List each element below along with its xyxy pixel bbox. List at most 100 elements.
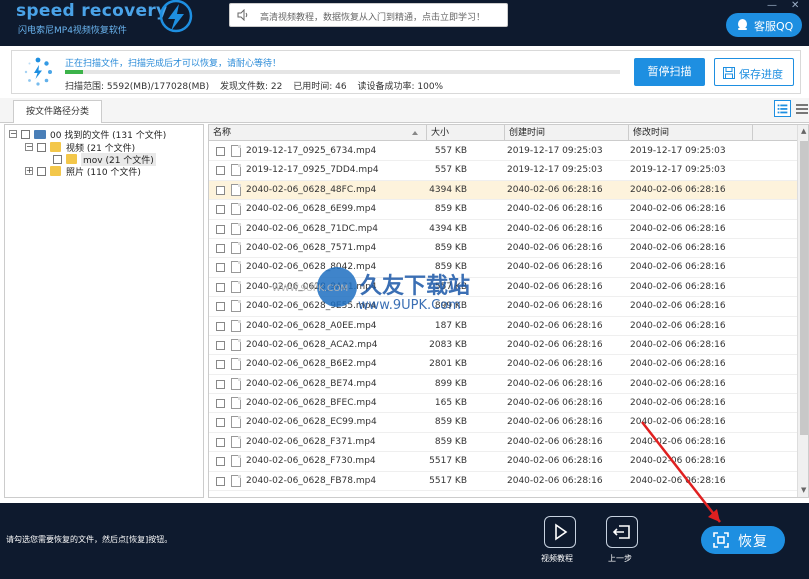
pause-scan-button[interactable]: 暂停扫描 (634, 58, 705, 86)
category-tab-bar: 按文件路径分类 (0, 98, 809, 123)
detail-view-icon[interactable] (795, 100, 809, 117)
file-modified: 2019-12-17 09:25:03 (630, 146, 726, 156)
table-row[interactable]: 2040-02-06_0628_9A21.mp4 557 KB 2040-02-06… (209, 278, 797, 298)
logo-text: speed recovery (16, 1, 168, 21)
table-row[interactable]: 2040-02-06_0628_FB78.mp4 5517 KB 2040-02-0… (209, 472, 797, 492)
file-modified: 2040-02-06 06:28:16 (630, 475, 726, 486)
tree-checkbox-root[interactable] (21, 130, 30, 139)
scroll-up-icon[interactable]: ▲ (801, 127, 806, 135)
table-row[interactable]: 2040-02-06_0628_F371.mp4 859 KB 2040-02-06… (209, 433, 797, 453)
column-header-created[interactable]: 创建时间 (505, 125, 629, 141)
row-checkbox[interactable] (216, 185, 225, 195)
row-checkbox[interactable] (216, 166, 225, 176)
row-checkbox[interactable] (216, 205, 225, 215)
file-name: 2040-02-06_0628_EC99.mp4 (246, 417, 377, 428)
tree-checkbox-video[interactable] (37, 143, 46, 152)
file-created: 2040-02-06 06:28:16 (507, 436, 603, 447)
row-checkbox[interactable] (216, 360, 225, 370)
row-checkbox[interactable] (216, 399, 225, 409)
tree-checkbox-mov[interactable] (53, 155, 62, 164)
table-row[interactable]: 2019-12-17_0925_7DD4.mp4 557 KB 2019-12-17… (209, 161, 797, 181)
table-row[interactable]: 2040-02-06_0628_7571.mp4 859 KB 2040-02-06… (209, 239, 797, 259)
table-row[interactable]: 2040-02-06_0628_9E55.mp4 899 KB 2040-02-06… (209, 297, 797, 317)
file-icon (231, 397, 241, 410)
file-modified: 2040-02-06 06:28:16 (630, 339, 726, 350)
customer-service-qq-button[interactable]: 客服QQ (726, 13, 802, 37)
file-created: 2019-12-17 09:25:03 (507, 165, 603, 176)
file-size: 5517 KB (429, 475, 467, 486)
save-disk-icon (723, 67, 735, 79)
column-header-modified[interactable]: 修改时间 (629, 125, 753, 141)
file-created: 2040-02-06 06:28:16 (507, 339, 603, 350)
table-row[interactable]: 2040-02-06_0628_BE74.mp4 899 KB 2040-02-06… (209, 375, 797, 395)
recover-button[interactable]: 恢复 (701, 526, 785, 554)
tree-node-photo[interactable]: + 照片 (110 个文件) (25, 165, 195, 178)
file-size: 4394 KB (429, 223, 467, 234)
file-created: 2040-02-06 06:28:16 (507, 398, 603, 409)
table-row[interactable]: 2040-02-06_0628_B6E2.mp4 2801 KB 2040-02-0… (209, 355, 797, 375)
back-button[interactable] (606, 516, 638, 548)
file-icon (231, 222, 241, 235)
file-icon (231, 416, 241, 429)
table-row[interactable]: 2040-02-06_0628_6E99.mp4 859 KB 2040-02-06… (209, 200, 797, 220)
tab-by-file-path[interactable]: 按文件路径分类 (13, 100, 102, 123)
play-icon (555, 523, 568, 541)
table-row[interactable]: 2040-02-06_0628_48FC.mp4 4394 KB 2040-02-0… (209, 180, 797, 201)
row-checkbox[interactable] (216, 379, 225, 389)
file-size: 859 KB (434, 417, 467, 428)
back-label: 上一步 (608, 554, 632, 563)
save-progress-button[interactable]: 保存进度 (714, 58, 794, 86)
row-checkbox[interactable] (216, 302, 225, 312)
notice-banner[interactable]: 高清视频教程，数据恢复从入门到精通，点击立即学习！ (229, 3, 508, 27)
row-checkbox[interactable] (216, 243, 225, 253)
file-modified: 2040-02-06 06:28:16 (630, 320, 726, 331)
row-checkbox[interactable] (216, 437, 225, 447)
file-modified: 2040-02-06 06:28:16 (630, 436, 726, 447)
row-checkbox[interactable] (216, 282, 225, 292)
table-row[interactable]: 2040-02-06_0628_A0EE.mp4 187 KB 2040-02-06… (209, 317, 797, 336)
close-button[interactable]: ✕ (791, 0, 799, 11)
row-checkbox[interactable] (216, 224, 225, 234)
lightning-logo-icon (159, 0, 193, 33)
file-name: 2040-02-06_0628_F371.mp4 (246, 436, 376, 447)
row-checkbox[interactable] (216, 321, 225, 331)
file-modified: 2040-02-06 06:28:16 (630, 184, 726, 195)
minimize-button[interactable]: — (767, 0, 777, 11)
file-icon (231, 280, 241, 293)
list-view-icon[interactable] (774, 100, 791, 117)
tree-node-root[interactable]: − 00 找到的文件 (131 个文件) (9, 128, 199, 141)
scan-status-text: 正在扫描文件，扫描完成后才可以恢复，请耐心等待！ (65, 59, 282, 69)
video-tutorial-button[interactable] (544, 516, 576, 548)
row-checkbox[interactable] (216, 147, 225, 156)
row-checkbox[interactable] (216, 457, 225, 467)
file-name: 2040-02-06_0628_7571.mp4 (246, 242, 377, 253)
table-row[interactable]: 2040-02-06_0628_ACA2.mp4 2083 KB 2040-02-0… (209, 336, 797, 356)
tree-checkbox-photo[interactable] (37, 167, 46, 176)
collapse-icon[interactable]: − (9, 130, 17, 138)
table-row[interactable]: 2040-02-06_0628_71DC.mp4 4394 KB 2040-02-0… (209, 220, 797, 239)
table-row[interactable]: 2040-02-06_0628_F730.mp4 5517 KB 2040-02-0… (209, 452, 797, 472)
table-row[interactable]: 2040-02-06_0628_8042.mp4 859 KB 2040-02-06… (209, 258, 797, 278)
table-row[interactable]: 2019-12-17_0925_6734.mp4 557 KB 2019-12-17… (209, 142, 797, 162)
column-header-size[interactable]: 大小 (427, 125, 505, 141)
scrollbar-thumb[interactable] (800, 141, 808, 435)
table-row[interactable]: 2040-02-06_0628_BFEC.mp4 165 KB 2040-02-06… (209, 394, 797, 414)
table-row[interactable]: 2040-02-06_0628_EC99.mp4 859 KB 2040-02-06… (209, 413, 797, 433)
row-checkbox[interactable] (216, 476, 225, 486)
sort-asc-icon (412, 131, 418, 135)
file-created: 2040-02-06 06:28:16 (507, 262, 603, 273)
expand-icon[interactable]: + (25, 167, 33, 175)
vertical-scrollbar[interactable]: ▲ ▼ (797, 125, 808, 497)
file-size: 859 KB (434, 242, 467, 253)
table-body: 2019-12-17_0925_6734.mp4 557 KB 2019-12-17… (209, 142, 797, 492)
row-checkbox[interactable] (216, 418, 225, 428)
scroll-down-icon[interactable]: ▼ (801, 486, 806, 494)
file-created: 2019-12-17 09:25:03 (507, 146, 603, 156)
speaker-icon (237, 9, 248, 21)
row-checkbox[interactable] (216, 263, 225, 273)
row-checkbox[interactable] (216, 340, 225, 350)
column-header-name[interactable]: 名称 (209, 125, 427, 141)
found-file-count: 发现文件数: 22 (220, 82, 283, 92)
collapse-icon[interactable]: − (25, 143, 33, 151)
file-name: 2040-02-06_0628_A0EE.mp4 (246, 320, 377, 331)
